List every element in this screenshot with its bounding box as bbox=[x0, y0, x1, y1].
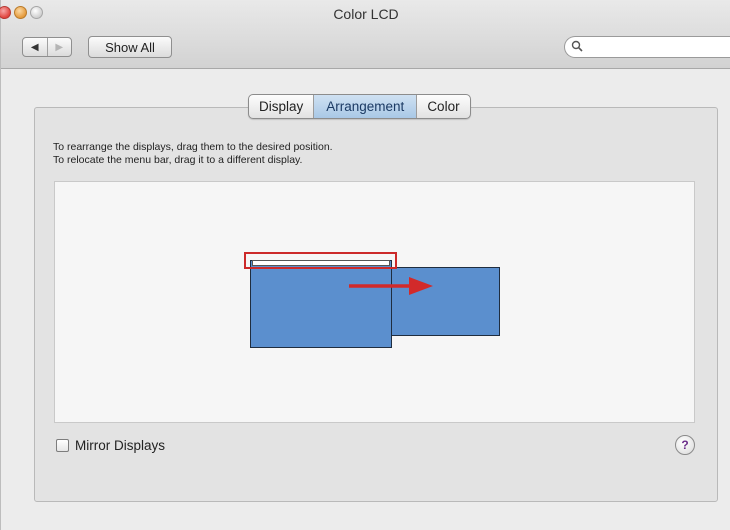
tab-color[interactable]: Color bbox=[416, 95, 469, 118]
toolbar: Color LCD ◀ ▶ Show All bbox=[0, 0, 730, 69]
search-icon bbox=[571, 40, 583, 52]
preferences-window: Color LCD ◀ ▶ Show All Display Arrangeme… bbox=[0, 0, 730, 530]
menu-bar-highlight bbox=[244, 252, 397, 269]
help-button[interactable]: ? bbox=[675, 435, 695, 455]
mirror-displays-label: Mirror Displays bbox=[75, 438, 166, 453]
instructions: To rearrange the displays, drag them to … bbox=[53, 141, 333, 167]
tab-arrangement[interactable]: Arrangement bbox=[313, 95, 417, 118]
mirror-displays-option[interactable]: Mirror Displays bbox=[56, 438, 165, 453]
tab-bar: Display Arrangement Color bbox=[248, 94, 471, 119]
back-button[interactable]: ◀ bbox=[23, 38, 47, 56]
move-arrow-icon bbox=[349, 277, 433, 295]
help-icon: ? bbox=[681, 438, 689, 452]
window-title: Color LCD bbox=[333, 6, 399, 22]
back-arrow-icon: ◀ bbox=[30, 41, 39, 53]
main-display[interactable] bbox=[250, 260, 392, 348]
instruction-line-1: To rearrange the displays, drag them to … bbox=[53, 141, 333, 153]
mirror-displays-checkbox[interactable] bbox=[56, 439, 69, 452]
back-forward-buttons: ◀ ▶ bbox=[22, 37, 72, 57]
show-all-button[interactable]: Show All bbox=[88, 36, 172, 58]
instruction-line-2: To relocate the menu bar, drag it to a d… bbox=[53, 154, 303, 166]
search-field[interactable] bbox=[564, 36, 730, 58]
tab-display[interactable]: Display bbox=[249, 95, 313, 118]
forward-button[interactable]: ▶ bbox=[46, 38, 72, 56]
forward-arrow-icon: ▶ bbox=[55, 41, 64, 53]
